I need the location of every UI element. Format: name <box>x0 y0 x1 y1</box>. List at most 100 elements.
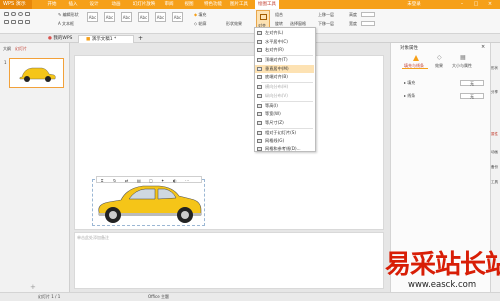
bring-forward-button[interactable]: 上移一层 <box>318 12 334 18</box>
text-box-label: 文本框 <box>62 21 75 26</box>
section-line-label: 线条 <box>407 93 416 98</box>
outline-button[interactable]: ◇ 轮廓 <box>194 21 206 27</box>
strip-backup[interactable]: 备份 <box>491 165 498 170</box>
combine-button[interactable]: 组合 <box>275 12 283 18</box>
strip-tools[interactable]: 工具 <box>491 180 498 185</box>
menu-item-same-width[interactable]: 等宽(W) <box>255 110 314 118</box>
section-line[interactable]: ▸ 线条 <box>404 93 415 99</box>
menu-item-relative-to-slide[interactable]: 相对于幻灯片(S) <box>255 129 314 137</box>
tab-my-wps[interactable]: ● 我的WPS <box>41 35 75 43</box>
tab-drawing-tools[interactable]: 绘图工具 <box>255 0 279 9</box>
app-name: WPS 演示 <box>3 1 26 7</box>
strip-properties[interactable]: 属性 <box>491 132 498 137</box>
tab-design[interactable]: 设计 <box>87 0 101 9</box>
rectangle-icon[interactable] <box>4 12 9 16</box>
send-backward-button[interactable]: 下移一层 <box>318 21 334 27</box>
shape-style-3[interactable]: Abc <box>121 12 132 22</box>
tab-animation[interactable]: 动画 <box>109 0 123 9</box>
star-icon[interactable] <box>18 20 23 24</box>
callout-icon[interactable] <box>25 20 30 24</box>
arrow-icon[interactable] <box>11 20 16 24</box>
oval-icon[interactable] <box>18 12 23 16</box>
shape-style-2[interactable]: Abc <box>104 12 115 22</box>
notes-pane[interactable]: 单击此处添加备注 <box>74 232 384 289</box>
strip-share[interactable]: 分享 <box>491 90 498 95</box>
tab-effect[interactable]: 效果 <box>435 63 443 69</box>
shape-style-5[interactable]: Abc <box>155 12 166 22</box>
edit-shape-button[interactable]: ✎ 编辑形状 <box>58 12 79 18</box>
slide-thumbnail[interactable] <box>9 58 64 88</box>
minimize-icon[interactable]: – <box>458 1 466 8</box>
width-field[interactable] <box>361 21 375 26</box>
effect-tab-icon[interactable]: ◇ <box>437 54 442 61</box>
rounded-rect-icon[interactable] <box>11 12 16 16</box>
menu-item-align-bottom[interactable]: 底端对齐(B) <box>255 73 314 81</box>
height-field[interactable] <box>361 12 375 17</box>
fill-button[interactable]: ◆ 填充 <box>194 12 206 18</box>
text-box-button[interactable]: A 文本框 <box>58 21 74 27</box>
app-menu-button[interactable]: WPS 演示 <box>0 0 32 9</box>
effect-icon[interactable]: ✦ <box>161 178 164 183</box>
tab-picture-tools[interactable]: 图片工具 <box>228 0 250 9</box>
tab-slides[interactable]: 幻灯片 <box>15 46 27 52</box>
layer-icon[interactable]: ▤ <box>137 178 141 183</box>
menu-item-align-center[interactable]: 水平居中(C) <box>255 38 314 46</box>
menu-item-gridlines[interactable]: 网格线(G) <box>255 137 314 145</box>
align-center-icon <box>257 39 262 44</box>
tab-outline[interactable]: 大纲 <box>3 46 11 52</box>
tab-review[interactable]: 审阅 <box>162 0 176 9</box>
strip-shape[interactable]: 形状 <box>491 66 498 71</box>
bring-forward-label: 上移一层 <box>318 12 334 17</box>
shape-gallery[interactable] <box>4 11 56 31</box>
color-icon[interactable]: ◐ <box>173 178 177 183</box>
add-slide-icon[interactable]: + <box>30 283 36 291</box>
select-pane-label: 选择窗格 <box>290 21 306 26</box>
rotate-icon[interactable]: ↻ <box>113 178 116 183</box>
menu-item-align-right[interactable]: 右对齐(R) <box>255 46 314 54</box>
tab-size-properties[interactable]: 大小与属性 <box>452 63 472 69</box>
menu-item-align-middle[interactable]: 垂直居中(M) <box>255 64 314 73</box>
new-tab-icon[interactable]: + <box>138 35 143 42</box>
tab-insert[interactable]: 插入 <box>66 0 80 9</box>
line-value-field[interactable]: 无 <box>460 93 484 99</box>
login-button[interactable]: 未登录 <box>404 0 424 9</box>
tab-home[interactable]: 开始 <box>45 0 59 9</box>
menu-item-align-left[interactable]: 左对齐(L) <box>255 29 314 37</box>
tab-features[interactable]: 特色功能 <box>202 0 224 9</box>
menu-item-distribute-horizontal[interactable]: 横向分布(H) <box>255 83 314 91</box>
line-icon[interactable] <box>4 20 9 24</box>
outline-label: 轮廓 <box>198 21 207 26</box>
strip-animation[interactable]: 动画 <box>491 150 498 155</box>
menu-item-grid-guides[interactable]: 网格和参考线(D)... <box>255 146 314 152</box>
thumbnail-car-image <box>19 67 56 82</box>
fill-line-tab-icon[interactable] <box>410 54 422 62</box>
shape-effect-button[interactable]: 形状效果 <box>226 21 242 27</box>
flip-icon[interactable]: ⇄ <box>125 178 128 183</box>
menu-item-label: 相对于幻灯片(S) <box>265 129 297 135</box>
shape-style-4[interactable]: Abc <box>138 12 149 22</box>
crop-icon[interactable]: ⌗ <box>101 178 103 183</box>
size-tab-icon[interactable]: ▦ <box>460 54 466 61</box>
tab-document[interactable]: ■ 演示文稿1 * <box>78 35 134 43</box>
car-image[interactable] <box>92 179 205 226</box>
panel-close-icon[interactable]: × <box>481 44 485 50</box>
menu-item-same-size[interactable]: 等尺寸(Z) <box>255 119 314 127</box>
shape-style-1[interactable]: Abc <box>87 12 98 22</box>
border-icon[interactable]: ▢ <box>149 178 153 183</box>
menu-item-same-height[interactable]: 等高(I) <box>255 102 314 110</box>
fill-value-field[interactable]: 无 <box>460 80 484 86</box>
section-fill[interactable]: ▸ 填充 <box>404 80 415 86</box>
triangle-icon[interactable] <box>25 12 30 16</box>
menu-item-distribute-vertical[interactable]: 纵向分布(V) <box>255 92 314 100</box>
menu-item-label: 网格线(G) <box>265 138 285 143</box>
distribute-vertical-icon <box>257 93 262 98</box>
menu-item-label: 横向分布(H) <box>265 84 289 89</box>
close-icon[interactable]: × <box>486 1 494 8</box>
tab-view[interactable]: 视图 <box>182 0 196 9</box>
more-icon[interactable]: ⋯ <box>185 178 189 183</box>
maximize-icon[interactable]: □ <box>472 1 480 8</box>
ppt-file-icon: ■ <box>86 37 91 42</box>
menu-item-align-top[interactable]: 顶端对齐(T) <box>255 56 314 64</box>
shape-style-6[interactable]: Abc <box>172 12 183 22</box>
tab-slideshow[interactable]: 幻灯片放映 <box>130 0 158 9</box>
